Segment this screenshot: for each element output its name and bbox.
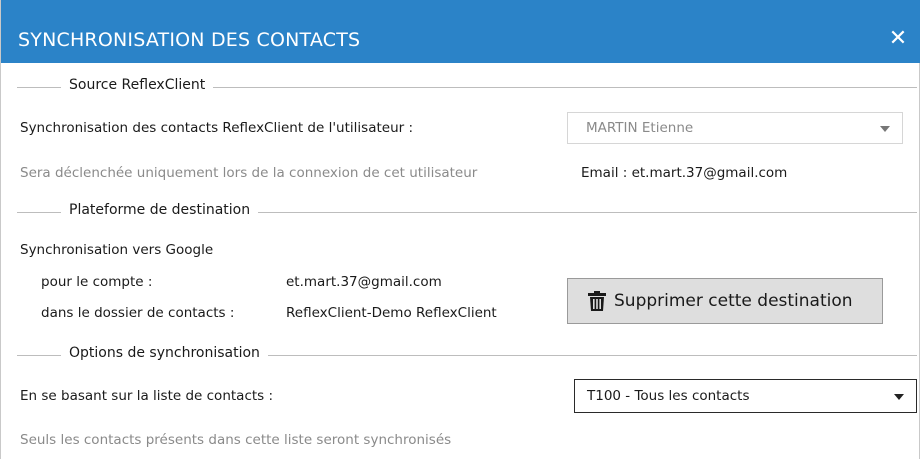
chevron-down-icon (894, 394, 904, 400)
section-options-header: Options de synchronisation (1, 345, 920, 365)
contact-list-select-value: T100 - Tous les contacts (587, 388, 750, 404)
delete-destination-label: Supprimer cette destination (614, 291, 853, 311)
source-hint: Sera déclenchée uniquement lors de la co… (20, 165, 478, 181)
close-icon[interactable]: ✕ (886, 27, 910, 51)
folder-value: ReflexClient-Demo ReflexClient (286, 305, 497, 321)
contact-list-label: En se basant sur la liste de contacts : (20, 388, 274, 404)
user-email: Email : et.mart.37@gmail.com (581, 165, 788, 181)
dialog-titlebar: SYNCHRONISATION DES CONTACTS ✕ (1, 0, 920, 63)
folder-label: dans le dossier de contacts : (41, 305, 235, 321)
account-value: et.mart.37@gmail.com (286, 274, 442, 290)
contact-list-select[interactable]: T100 - Tous les contacts (574, 379, 917, 413)
sync-to-label: Synchronisation vers Google (20, 242, 214, 258)
section-options-label: Options de synchronisation (61, 345, 268, 361)
section-source-label: Source ReflexClient (61, 77, 214, 93)
chevron-down-icon (880, 126, 890, 132)
section-source-header: Source ReflexClient (1, 77, 920, 97)
delete-destination-button[interactable]: Supprimer cette destination (567, 278, 883, 324)
account-label: pour le compte : (41, 274, 153, 290)
section-destination-header: Plateforme de destination (1, 202, 920, 222)
section-destination-label: Plateforme de destination (61, 202, 259, 218)
user-select-value: MARTIN Etienne (586, 120, 694, 136)
trash-icon (588, 291, 606, 311)
sync-user-label: Synchronisation des contacts ReflexClien… (20, 120, 414, 136)
dialog-title: SYNCHRONISATION DES CONTACTS (18, 29, 361, 51)
sync-contacts-dialog: SYNCHRONISATION DES CONTACTS ✕ Source Re… (0, 0, 920, 459)
user-select[interactable]: MARTIN Etienne (567, 112, 903, 144)
options-hint: Seuls les contacts présents dans cette l… (20, 432, 452, 448)
